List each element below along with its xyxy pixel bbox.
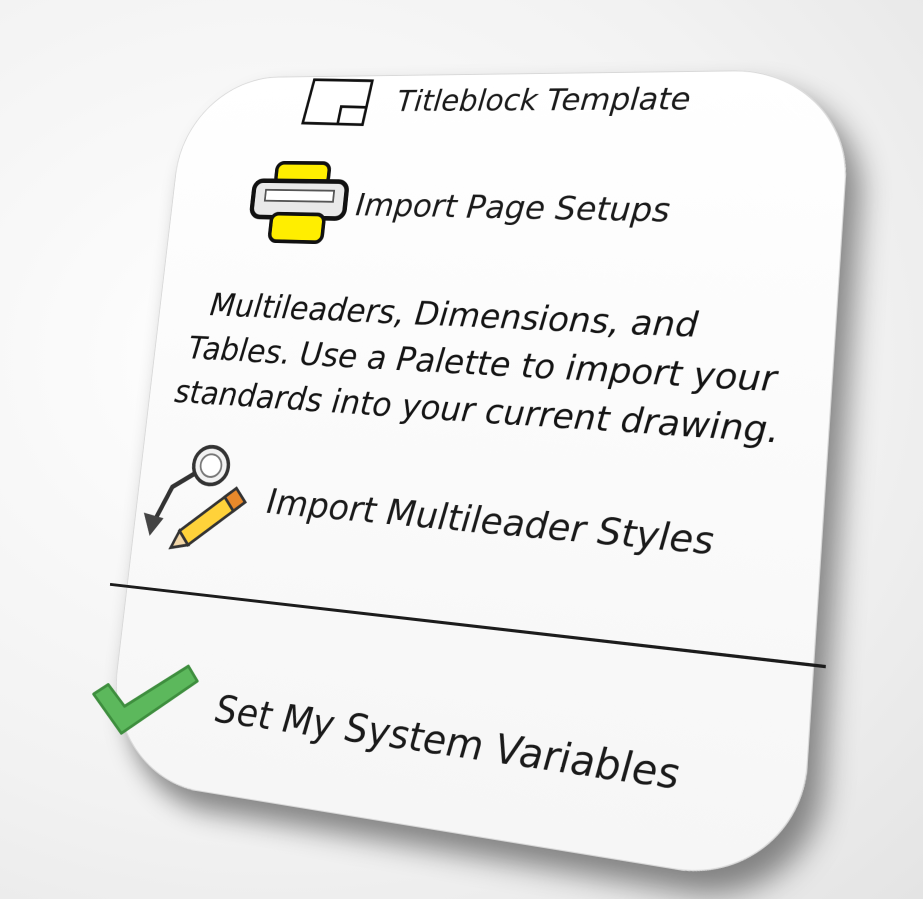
checkmark-icon [84,648,205,751]
menu-item-label: Import Multileader Styles [264,481,716,564]
menu-item-import-page-setups[interactable]: Import Page Setups [243,159,674,258]
printer-icon [243,159,356,249]
multileader-pencil-icon [132,434,265,558]
menu-item-set-my-system-variables[interactable]: Set My System Variables [84,648,683,825]
screenshot-stage: Titleblock Template Import Page Setups M… [0,0,923,899]
menu-item-titleblock-template[interactable]: Titleblock Template [299,71,693,128]
tool-palette-card: Titleblock Template Import Page Setups M… [104,68,854,890]
titleblock-icon [299,75,377,128]
palette-description: Multileaders, Dimensions, and Tables. Us… [172,282,871,462]
menu-item-import-multileader-styles[interactable]: Import Multileader Styles [132,434,719,606]
menu-item-label: Set My System Variables [213,686,681,799]
menu-item-label: Import Page Setups [354,185,672,229]
divider [109,582,826,669]
menu-item-label: Titleblock Template [395,81,692,119]
